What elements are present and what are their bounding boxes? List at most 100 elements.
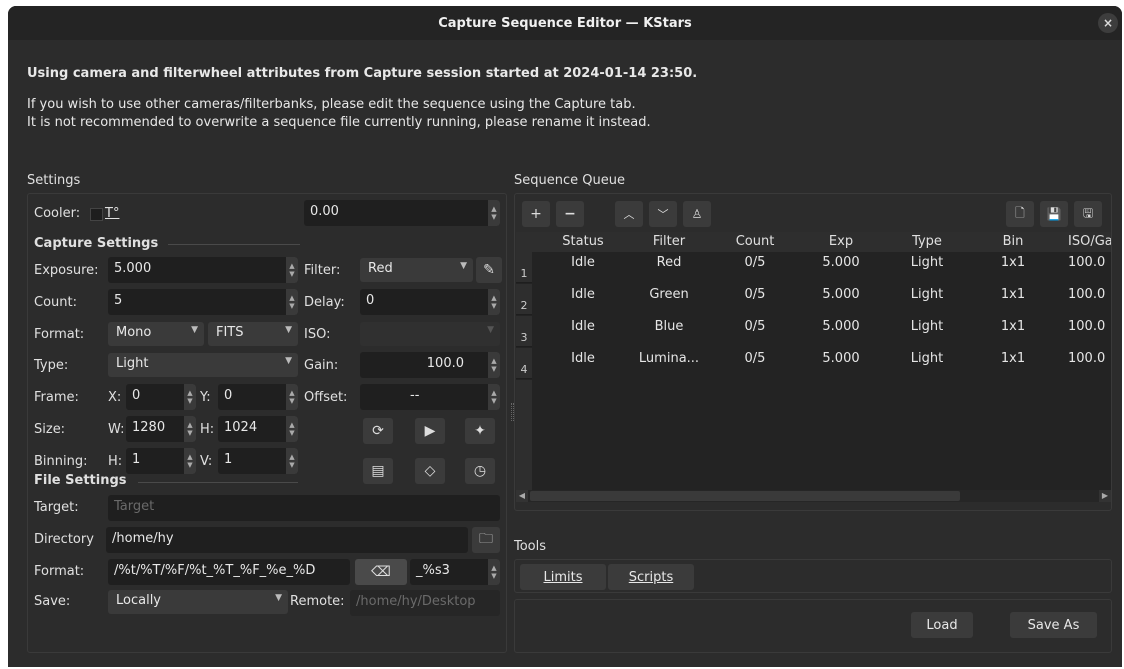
folder-icon[interactable]: 🗀 <box>472 527 500 553</box>
move-up-icon[interactable]: ︿ <box>615 201 643 227</box>
remote-label: Remote: <box>290 594 345 609</box>
close-icon[interactable]: × <box>1098 13 1118 33</box>
table-row[interactable]: 4 Idle Lumina... 0/5 5.000 Light 1x1 100… <box>516 348 1111 380</box>
cell-iso: 100.0 <box>1068 351 1106 366</box>
column-header-exp[interactable]: Exp <box>798 234 884 249</box>
cell-status: Idle <box>571 319 595 334</box>
add-job-icon[interactable]: + <box>522 201 550 227</box>
temperature-input[interactable]: 0.00 ▲ ▼ <box>304 200 500 226</box>
chevron-down-icon: ▼ <box>460 261 467 271</box>
preview-capture-icon[interactable]: ▶ <box>415 418 445 444</box>
cell-filter: Blue <box>654 319 684 334</box>
cell-count: 0/5 <box>744 255 766 270</box>
column-header-type[interactable]: Type <box>884 234 970 249</box>
spin-arrows-icon[interactable]: ▲ ▼ <box>184 448 196 474</box>
frame-y-input[interactable]: 0 ▲ ▼ <box>218 384 298 410</box>
user-icon[interactable]: ♙ <box>683 201 711 227</box>
iso-select[interactable]: ▼ <box>360 322 500 346</box>
remote-input[interactable]: /home/hy/Desktop <box>350 590 500 616</box>
divider <box>168 244 300 245</box>
column-header-filter[interactable]: Filter <box>626 234 712 249</box>
binning-h-input[interactable]: 1 ▲ ▼ <box>126 448 196 474</box>
type-select[interactable]: Light ▼ <box>108 353 298 377</box>
magic-wand-icon[interactable]: ✦ <box>465 418 495 444</box>
gain-input[interactable]: 100.0 ▲ ▼ <box>360 352 500 378</box>
title-bar: Capture Sequence Editor — KStars × <box>8 6 1122 40</box>
spin-arrows-icon[interactable]: ▲ ▼ <box>488 559 500 585</box>
format-mono-select[interactable]: Mono ▼ <box>108 322 204 346</box>
cell-exp: 5.000 <box>822 351 860 366</box>
spin-arrows-icon[interactable]: ▲ ▼ <box>286 257 298 283</box>
remove-job-icon[interactable]: − <box>556 201 584 227</box>
offset-input[interactable]: -- ▲ ▼ <box>360 384 500 410</box>
cell-type: Light <box>910 287 944 302</box>
row-number: 2 <box>516 284 532 315</box>
count-input[interactable]: 5 ▲ ▼ <box>108 289 298 315</box>
filter-label: Filter: <box>304 263 341 278</box>
scroll-left-icon[interactable]: ◀ <box>516 490 528 502</box>
new-file-icon[interactable]: 🗋 <box>1006 201 1034 227</box>
spin-arrows-icon[interactable]: ▲ ▼ <box>488 289 500 315</box>
cell-count: 0/5 <box>744 287 766 302</box>
cell-exp: 5.000 <box>822 319 860 334</box>
cell-iso: 100.0 <box>1068 255 1106 270</box>
scroll-right-icon[interactable]: ▶ <box>1099 490 1111 502</box>
table-row[interactable]: 1 Idle Red 0/5 5.000 Light 1x1 100.0 <box>516 252 1111 284</box>
spin-arrows-icon[interactable]: ▲ ▼ <box>286 289 298 315</box>
chevron-down-icon: ▼ <box>285 325 292 335</box>
size-w-input[interactable]: 1280 ▲ ▼ <box>126 416 196 442</box>
spin-arrows-icon[interactable]: ▲ ▼ <box>286 448 298 474</box>
suffix-input[interactable]: _%s3 ▲ ▼ <box>410 559 500 585</box>
row-number: 1 <box>516 252 532 283</box>
table-row[interactable]: 3 Idle Blue 0/5 5.000 Light 1x1 100.0 <box>516 316 1111 348</box>
capture-settings-heading: Capture Settings <box>34 236 159 251</box>
row-number: 3 <box>516 316 532 347</box>
save-as-button[interactable]: Save As <box>1010 612 1097 638</box>
table-row[interactable]: 2 Idle Green 0/5 5.000 Light 1x1 100.0 <box>516 284 1111 316</box>
spin-arrows-icon[interactable]: ▲ ▼ <box>184 384 196 410</box>
column-header-count[interactable]: Count <box>712 234 798 249</box>
rotate-icon[interactable]: ◇ <box>415 458 445 484</box>
file-format-input[interactable]: /%t/%T/%F/%t_%T_%F_%e_%D <box>108 559 350 585</box>
frame-settings-icon[interactable]: ▤ <box>363 458 393 484</box>
spin-arrows-icon[interactable]: ▲ ▼ <box>488 200 500 226</box>
move-down-icon[interactable]: ﹀ <box>649 201 677 227</box>
save-location-select[interactable]: Locally ▼ <box>108 590 288 614</box>
edit-filter-pencil-icon[interactable]: ✎ <box>476 257 502 283</box>
save-icon[interactable]: 💾 <box>1040 201 1068 227</box>
column-header-bin[interactable]: Bin <box>970 234 1056 249</box>
spin-arrows-icon[interactable]: ▲ ▼ <box>286 384 298 410</box>
exposure-input[interactable]: 5.000 ▲ ▼ <box>108 257 298 283</box>
horizontal-scrollbar[interactable]: ◀ ▶ <box>516 490 1111 502</box>
format-fits-select[interactable]: FITS ▼ <box>208 322 298 346</box>
target-input[interactable]: Target <box>108 495 500 521</box>
binning-v-input[interactable]: 1 ▲ ▼ <box>218 448 298 474</box>
backspace-icon[interactable]: ⌫ <box>355 559 407 585</box>
clock-icon[interactable]: ◷ <box>465 458 495 484</box>
filter-select[interactable]: Red ▼ <box>360 258 473 282</box>
settings-title: Settings <box>27 173 81 188</box>
directory-input[interactable]: /home/hy <box>106 527 468 553</box>
limits-button[interactable]: Limits <box>520 564 606 590</box>
size-h-input[interactable]: 1024 ▲ ▼ <box>218 416 298 442</box>
type-value: Light <box>116 356 149 371</box>
load-button[interactable]: Load <box>911 612 973 638</box>
column-header-status[interactable]: Status <box>540 234 626 249</box>
spin-arrows-icon[interactable]: ▲ ▼ <box>488 384 500 410</box>
delay-input[interactable]: 0 ▲ ▼ <box>360 289 500 315</box>
scripts-button[interactable]: Scripts <box>608 564 694 590</box>
spin-arrows-icon[interactable]: ▲ ▼ <box>184 416 196 442</box>
binning-h-value: 1 <box>132 452 141 467</box>
frame-x-input[interactable]: 0 ▲ ▼ <box>126 384 196 410</box>
save-as-icon[interactable]: 🖫 <box>1074 201 1102 227</box>
spin-arrows-icon[interactable]: ▲ ▼ <box>488 352 500 378</box>
column-header-iso[interactable]: ISO/Ga <box>1056 234 1111 249</box>
cooler-checkbox[interactable] <box>90 208 103 221</box>
binning-h-label: H: <box>108 454 123 469</box>
reset-frame-icon[interactable]: ⟳ <box>363 418 393 444</box>
cell-iso: 100.0 <box>1068 319 1106 334</box>
splitter-handle[interactable] <box>511 403 514 421</box>
scrollbar-thumb[interactable] <box>530 491 960 501</box>
binning-v-label: V: <box>200 454 213 469</box>
spin-arrows-icon[interactable]: ▲ ▼ <box>286 416 298 442</box>
